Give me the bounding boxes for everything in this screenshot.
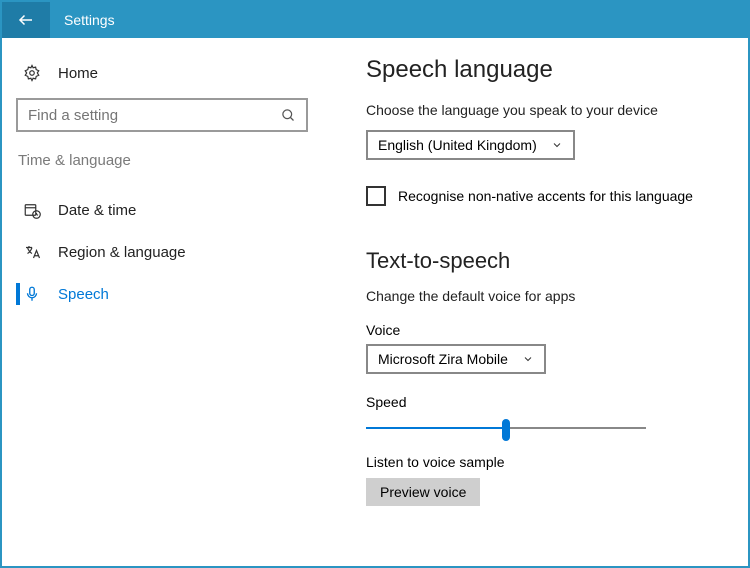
- sample-label: Listen to voice sample: [366, 454, 724, 470]
- arrow-left-icon: [17, 11, 35, 29]
- window-title: Settings: [64, 12, 115, 28]
- back-button[interactable]: [2, 2, 50, 38]
- sidebar-item-date-time[interactable]: Date & time: [14, 189, 310, 231]
- search-icon: [281, 108, 296, 123]
- speed-slider[interactable]: [366, 416, 646, 440]
- preview-voice-label: Preview voice: [380, 484, 466, 500]
- main-panel: Speech language Choose the language you …: [322, 38, 748, 566]
- voice-select[interactable]: Microsoft Zira Mobile: [366, 344, 546, 374]
- microphone-icon: [22, 285, 42, 303]
- preview-voice-button[interactable]: Preview voice: [366, 478, 480, 506]
- accent-checkbox-label: Recognise non-native accents for this la…: [398, 188, 693, 204]
- sidebar-item-label: Speech: [58, 286, 109, 303]
- section-title-speech-language: Speech language: [366, 56, 724, 84]
- sidebar-item-region-language[interactable]: Region & language: [14, 231, 310, 273]
- language-selected-value: English (United Kingdom): [378, 137, 537, 153]
- search-field[interactable]: [28, 107, 281, 124]
- sidebar-item-label: Date & time: [58, 202, 136, 219]
- slider-fill: [366, 427, 506, 429]
- language-icon: [22, 243, 42, 261]
- section-title-tts: Text-to-speech: [366, 248, 724, 274]
- accent-checkbox-row[interactable]: Recognise non-native accents for this la…: [366, 186, 724, 206]
- speech-language-desc: Choose the language you speak to your de…: [366, 102, 724, 118]
- sidebar-item-label: Region & language: [58, 244, 186, 261]
- active-indicator: [16, 283, 20, 305]
- speed-label: Speed: [366, 394, 724, 410]
- home-button[interactable]: Home: [14, 56, 310, 98]
- voice-selected-value: Microsoft Zira Mobile: [378, 351, 508, 367]
- calendar-clock-icon: [22, 201, 42, 219]
- voice-label: Voice: [366, 322, 724, 338]
- sidebar: Home Time & language Date & time Region …: [2, 38, 322, 566]
- tts-desc: Change the default voice for apps: [366, 288, 724, 304]
- sidebar-item-speech[interactable]: Speech: [14, 273, 310, 315]
- slider-thumb[interactable]: [502, 419, 510, 441]
- chevron-down-icon: [551, 139, 563, 151]
- gear-icon: [22, 64, 42, 82]
- search-input[interactable]: [16, 98, 308, 132]
- sidebar-category: Time & language: [14, 146, 310, 189]
- home-label: Home: [58, 65, 98, 82]
- chevron-down-icon: [522, 353, 534, 365]
- window-header: Settings: [2, 2, 748, 38]
- language-select[interactable]: English (United Kingdom): [366, 130, 575, 160]
- checkbox-icon[interactable]: [366, 186, 386, 206]
